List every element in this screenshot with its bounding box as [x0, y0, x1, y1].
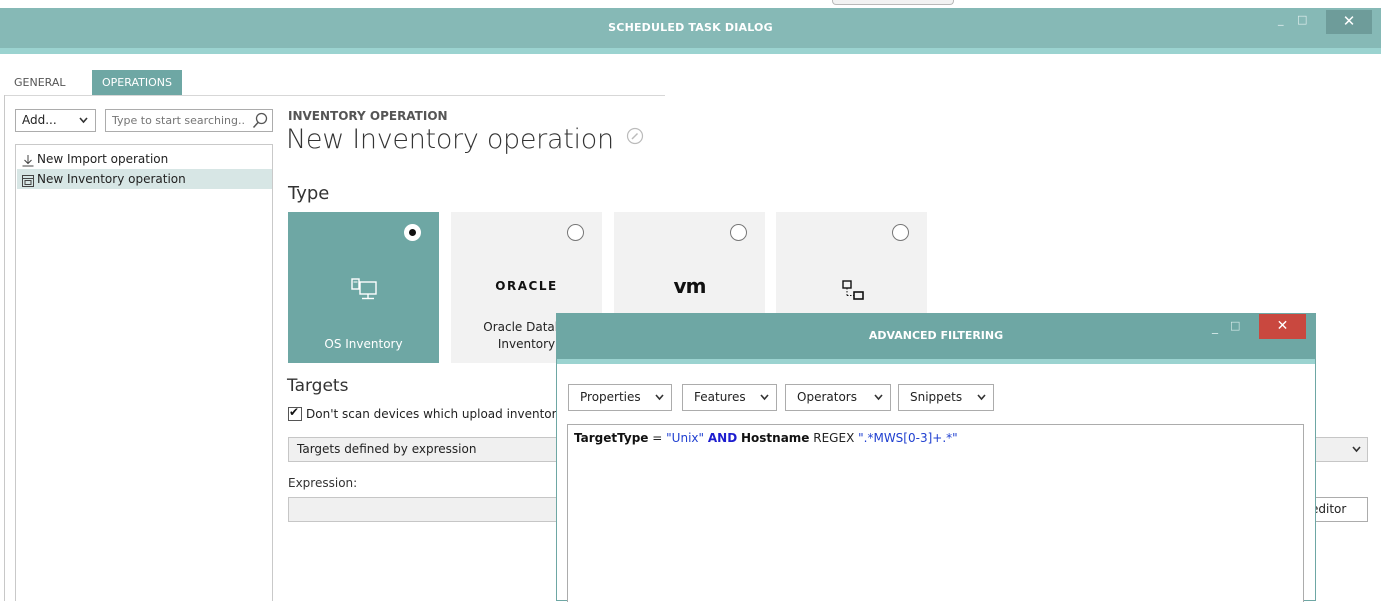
section-label: INVENTORY OPERATION [288, 109, 448, 123]
chevron-down-icon [79, 110, 88, 139]
tab-divider [5, 95, 665, 96]
os-inventory-icon [288, 278, 439, 305]
expr-operator-2: REGEX [813, 431, 855, 445]
dialog-titlebar: ADVANCED FILTERING _ □ ✕ [557, 314, 1315, 359]
tab-operations[interactable]: OPERATIONS [92, 70, 182, 95]
dialog-maximize-button[interactable]: □ [1230, 319, 1240, 332]
add-button-label: Add... [22, 113, 57, 127]
expr-field-1: TargetType [574, 431, 649, 445]
add-dropdown-button[interactable]: Add... [15, 109, 96, 132]
vm-logo: vm [673, 274, 707, 298]
inventory-icon [22, 173, 34, 193]
dropdown-label: Properties [580, 390, 641, 404]
type-heading: Type [288, 183, 330, 204]
type-tile-os-inventory[interactable]: OS Inventory [288, 212, 439, 363]
tree-item-inventory[interactable]: New Inventory operation [17, 169, 272, 189]
dont-scan-checkbox[interactable] [288, 405, 302, 421]
dialog-close-button[interactable]: ✕ [1259, 314, 1306, 339]
close-button[interactable]: ✕ [1326, 10, 1372, 34]
targets-heading: Targets [287, 376, 349, 396]
dropdown-label: Features [694, 390, 746, 404]
expr-value-1: "Unix" [666, 431, 705, 445]
window-titlebar: SCHEDULED TASK DIALOG _ □ ✕ [0, 8, 1381, 48]
search-input[interactable] [106, 110, 246, 131]
page-title: New Inventory operation [286, 124, 644, 155]
radio-unselected[interactable] [730, 224, 747, 241]
maximize-button[interactable]: □ [1297, 13, 1307, 26]
tree-item-label: New Import operation [37, 152, 169, 166]
expression-editor[interactable]: TargetType = "Unix" AND Hostname REGEX "… [567, 424, 1304, 602]
operation-title: New Inventory operation [286, 124, 614, 155]
operators-dropdown[interactable]: Operators [785, 384, 891, 411]
window-title: SCHEDULED TASK DIALOG [608, 21, 773, 34]
oracle-logo: ORACLE [495, 279, 558, 293]
radio-selected[interactable] [404, 224, 421, 241]
radio-unselected[interactable] [567, 224, 584, 241]
dialog-minimize-button[interactable]: _ [1212, 320, 1218, 334]
expr-operator-1: = [652, 431, 663, 445]
chevron-down-icon [655, 385, 664, 420]
dialog-title: ADVANCED FILTERING [868, 329, 1004, 342]
dont-scan-checkbox-row[interactable]: Don't scan devices which upload inventor… [288, 405, 564, 421]
dropdown-label: Operators [797, 390, 857, 404]
chevron-down-icon [874, 385, 883, 420]
minimize-button[interactable]: _ [1278, 13, 1284, 26]
search-box[interactable] [105, 109, 273, 132]
chevron-down-icon [760, 385, 769, 420]
dont-scan-label: Don't scan devices which upload inventor… [306, 407, 564, 421]
radio-unselected[interactable] [892, 224, 909, 241]
top-strip [0, 0, 1381, 8]
expr-field-2: Hostname [740, 431, 810, 445]
operations-tree: New Import operation New Inventory opera… [15, 144, 273, 601]
properties-dropdown[interactable]: Properties [568, 384, 672, 411]
features-dropdown[interactable]: Features [682, 384, 777, 411]
chevron-down-icon [977, 385, 986, 420]
search-icon[interactable] [252, 112, 268, 132]
tree-item-label: New Inventory operation [37, 172, 186, 186]
title-accent-bar [0, 48, 1381, 54]
window-left-border [4, 95, 5, 601]
snippets-dropdown[interactable]: Snippets [898, 384, 994, 411]
tab-general[interactable]: GENERAL [5, 70, 75, 95]
expr-conjunction: AND [707, 431, 738, 445]
targets-select-value: Targets defined by expression [297, 442, 477, 456]
chevron-down-icon [1352, 438, 1361, 469]
tree-item-import[interactable]: New Import operation [17, 149, 272, 169]
network-icon [776, 278, 927, 305]
advanced-filtering-dialog: ADVANCED FILTERING _ □ ✕ Properties Feat… [556, 313, 1316, 602]
dropdown-label: Snippets [910, 390, 963, 404]
dialog-accent-bar [557, 359, 1315, 364]
taskbar-stub [832, 0, 954, 5]
edit-icon[interactable] [626, 121, 644, 152]
expression-label: Expression: [288, 476, 358, 490]
expr-value-2: ".*MWS[0-3]+.*" [858, 431, 958, 445]
type-caption: OS Inventory [324, 337, 403, 351]
